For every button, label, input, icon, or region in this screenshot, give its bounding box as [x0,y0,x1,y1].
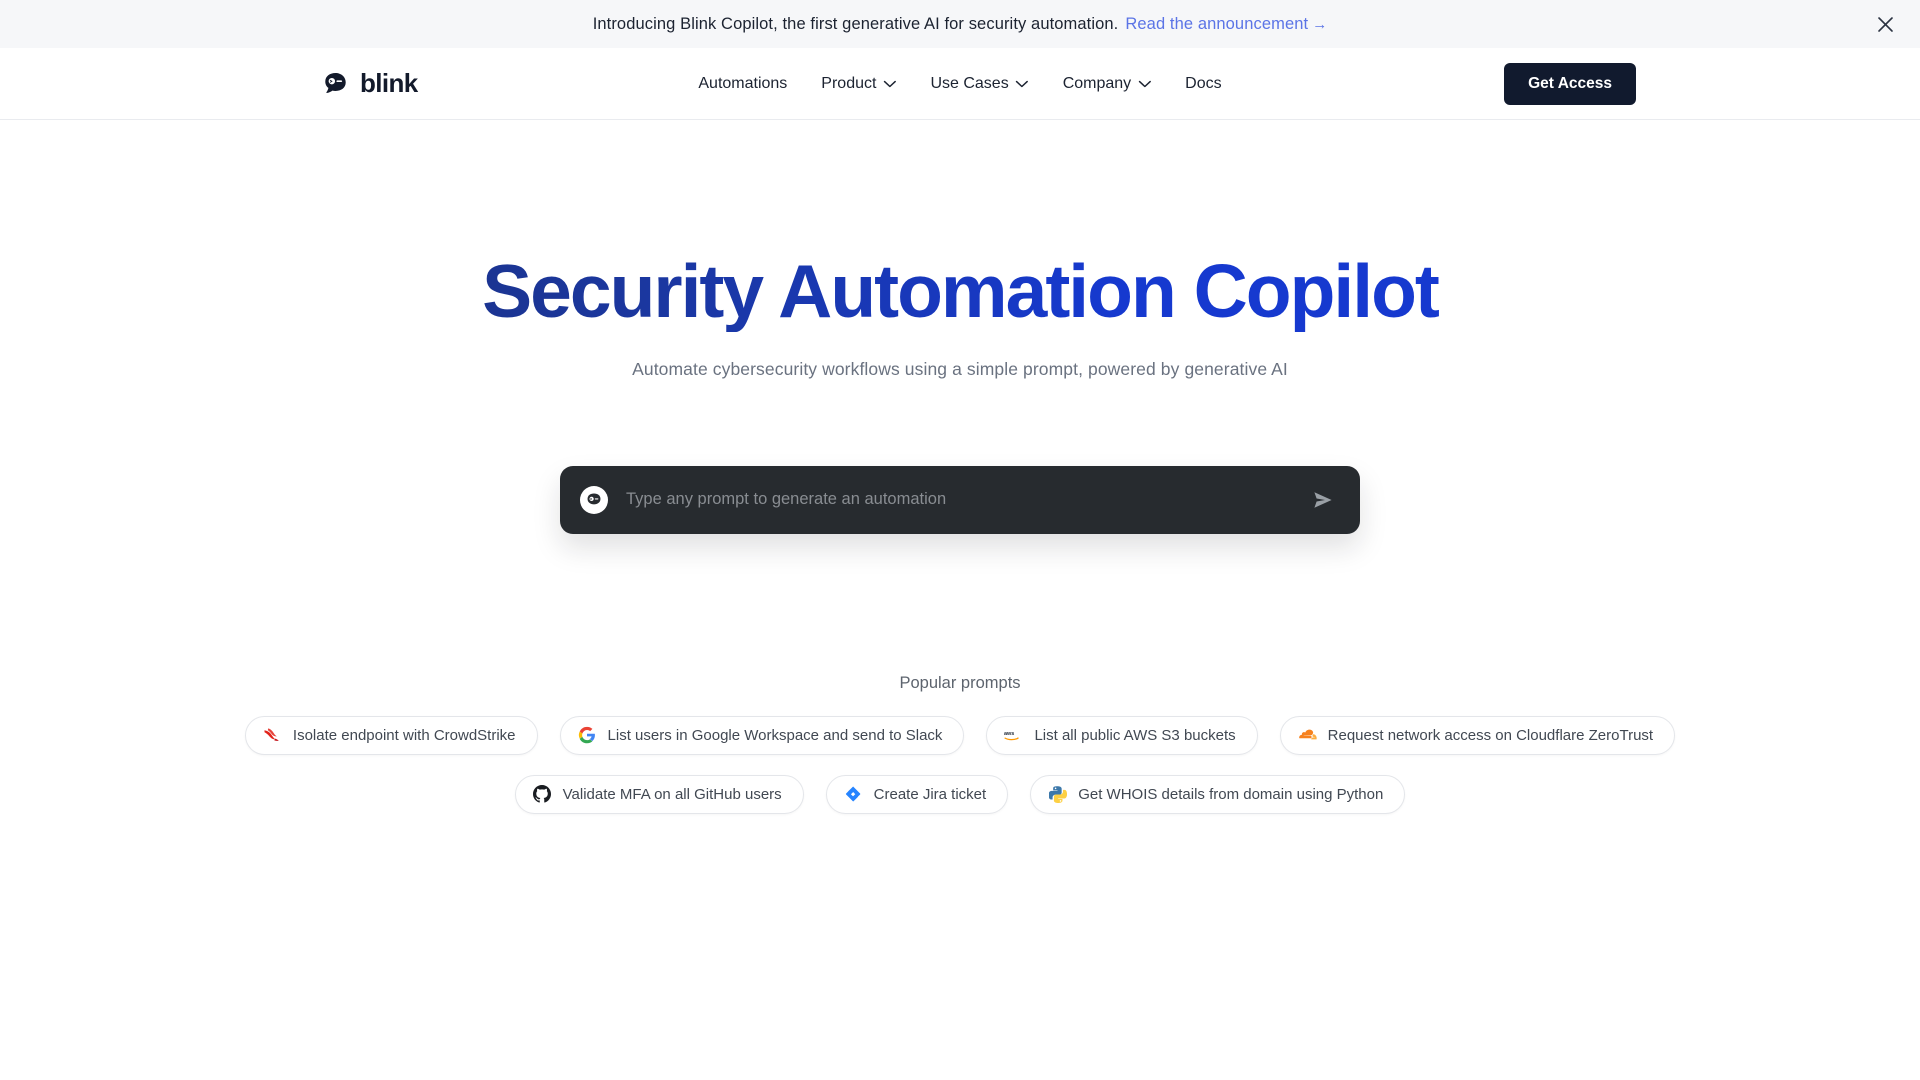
prompt-chip-cloudflare-zerotrust[interactable]: Request network access on Cloudflare Zer… [1279,715,1676,755]
chip-label: List users in Google Workspace and send … [607,726,943,744]
nav-label: Company [1062,74,1132,92]
nav-label: Automations [698,74,788,92]
hero-section: Security Automation Copilot Automate cyb… [0,120,1920,380]
nav-label: Docs [1185,74,1222,92]
blink-ninja-logo-icon [320,68,351,99]
chip-label: Create Jira ticket [873,785,987,803]
prompt-box[interactable] [560,465,1360,534]
announcement-banner: Introducing Blink Copilot, the first gen… [0,0,1920,48]
read-announcement-link[interactable]: Read the announcement → [1125,15,1327,34]
send-icon[interactable] [1308,485,1338,515]
popular-prompts-row-2: Validate MFA on all GitHub users Create … [0,774,1920,814]
nav-item-use-cases[interactable]: Use Cases [930,74,1029,93]
aws-icon: aws [1004,726,1023,745]
popular-prompts-row-1: Isolate endpoint with CrowdStrike List u… [0,715,1920,755]
popular-prompts-section: Popular prompts Isolate endpoint with Cr… [0,674,1920,814]
nav-label: Product [821,74,877,92]
python-icon [1048,785,1067,804]
blink-logo[interactable]: blink [320,68,418,99]
popular-prompts-label: Popular prompts [899,673,1021,692]
nav-item-company[interactable]: Company [1063,75,1151,93]
chip-label: Isolate endpoint with CrowdStrike [292,726,516,744]
get-access-button[interactable]: Get Access [1504,62,1636,105]
prompt-chip-crowdstrike[interactable]: Isolate endpoint with CrowdStrike [244,715,538,755]
prompt-input[interactable] [626,490,1308,509]
logo-wordmark: blink [360,68,418,98]
chevron-down-icon [883,80,896,88]
arrow-right-icon: → [1312,15,1328,33]
chip-label: Request network access on Cloudflare Zer… [1327,726,1654,744]
prompt-chip-python-whois[interactable]: Get WHOIS details from domain using Pyth… [1030,774,1406,814]
page-title: Security Automation Copilot [0,251,1920,332]
github-icon [533,785,552,804]
chip-label: Get WHOIS details from domain using Pyth… [1078,785,1384,803]
google-icon [578,726,597,745]
prompt-chip-aws-s3[interactable]: aws List all public AWS S3 buckets [986,715,1258,755]
nav-label: Use Cases [930,74,1009,92]
nav-item-automations[interactable]: Automations [698,75,787,93]
announcement-text: Introducing Blink Copilot, the first gen… [592,14,1119,33]
nav-item-product[interactable]: Product [821,75,896,93]
read-announcement-label: Read the announcement [1125,14,1309,33]
cloudflare-icon [1298,726,1317,745]
main-nav: Automations Product Use Cases Company Do… [698,75,1221,93]
crowdstrike-icon [263,726,282,745]
nav-item-docs[interactable]: Docs [1185,75,1221,93]
blink-ninja-avatar-icon [580,485,608,514]
chevron-down-icon [1016,80,1029,88]
close-icon[interactable] [1872,11,1898,37]
chip-label: List all public AWS S3 buckets [1034,726,1236,744]
svg-text:aws: aws [1004,731,1014,737]
prompt-chip-google-workspace[interactable]: List users in Google Workspace and send … [559,715,965,755]
site-header: blink Automations Product Use Cases Comp… [0,48,1920,120]
prompt-chip-github-mfa[interactable]: Validate MFA on all GitHub users [514,774,804,814]
prompt-chip-jira-ticket[interactable]: Create Jira ticket [825,774,1009,814]
page-subtitle: Automate cybersecurity workflows using a… [632,358,1288,379]
chevron-down-icon [1138,80,1151,88]
chip-label: Validate MFA on all GitHub users [562,785,782,803]
jira-icon [844,785,863,804]
prompt-area [560,465,1360,534]
